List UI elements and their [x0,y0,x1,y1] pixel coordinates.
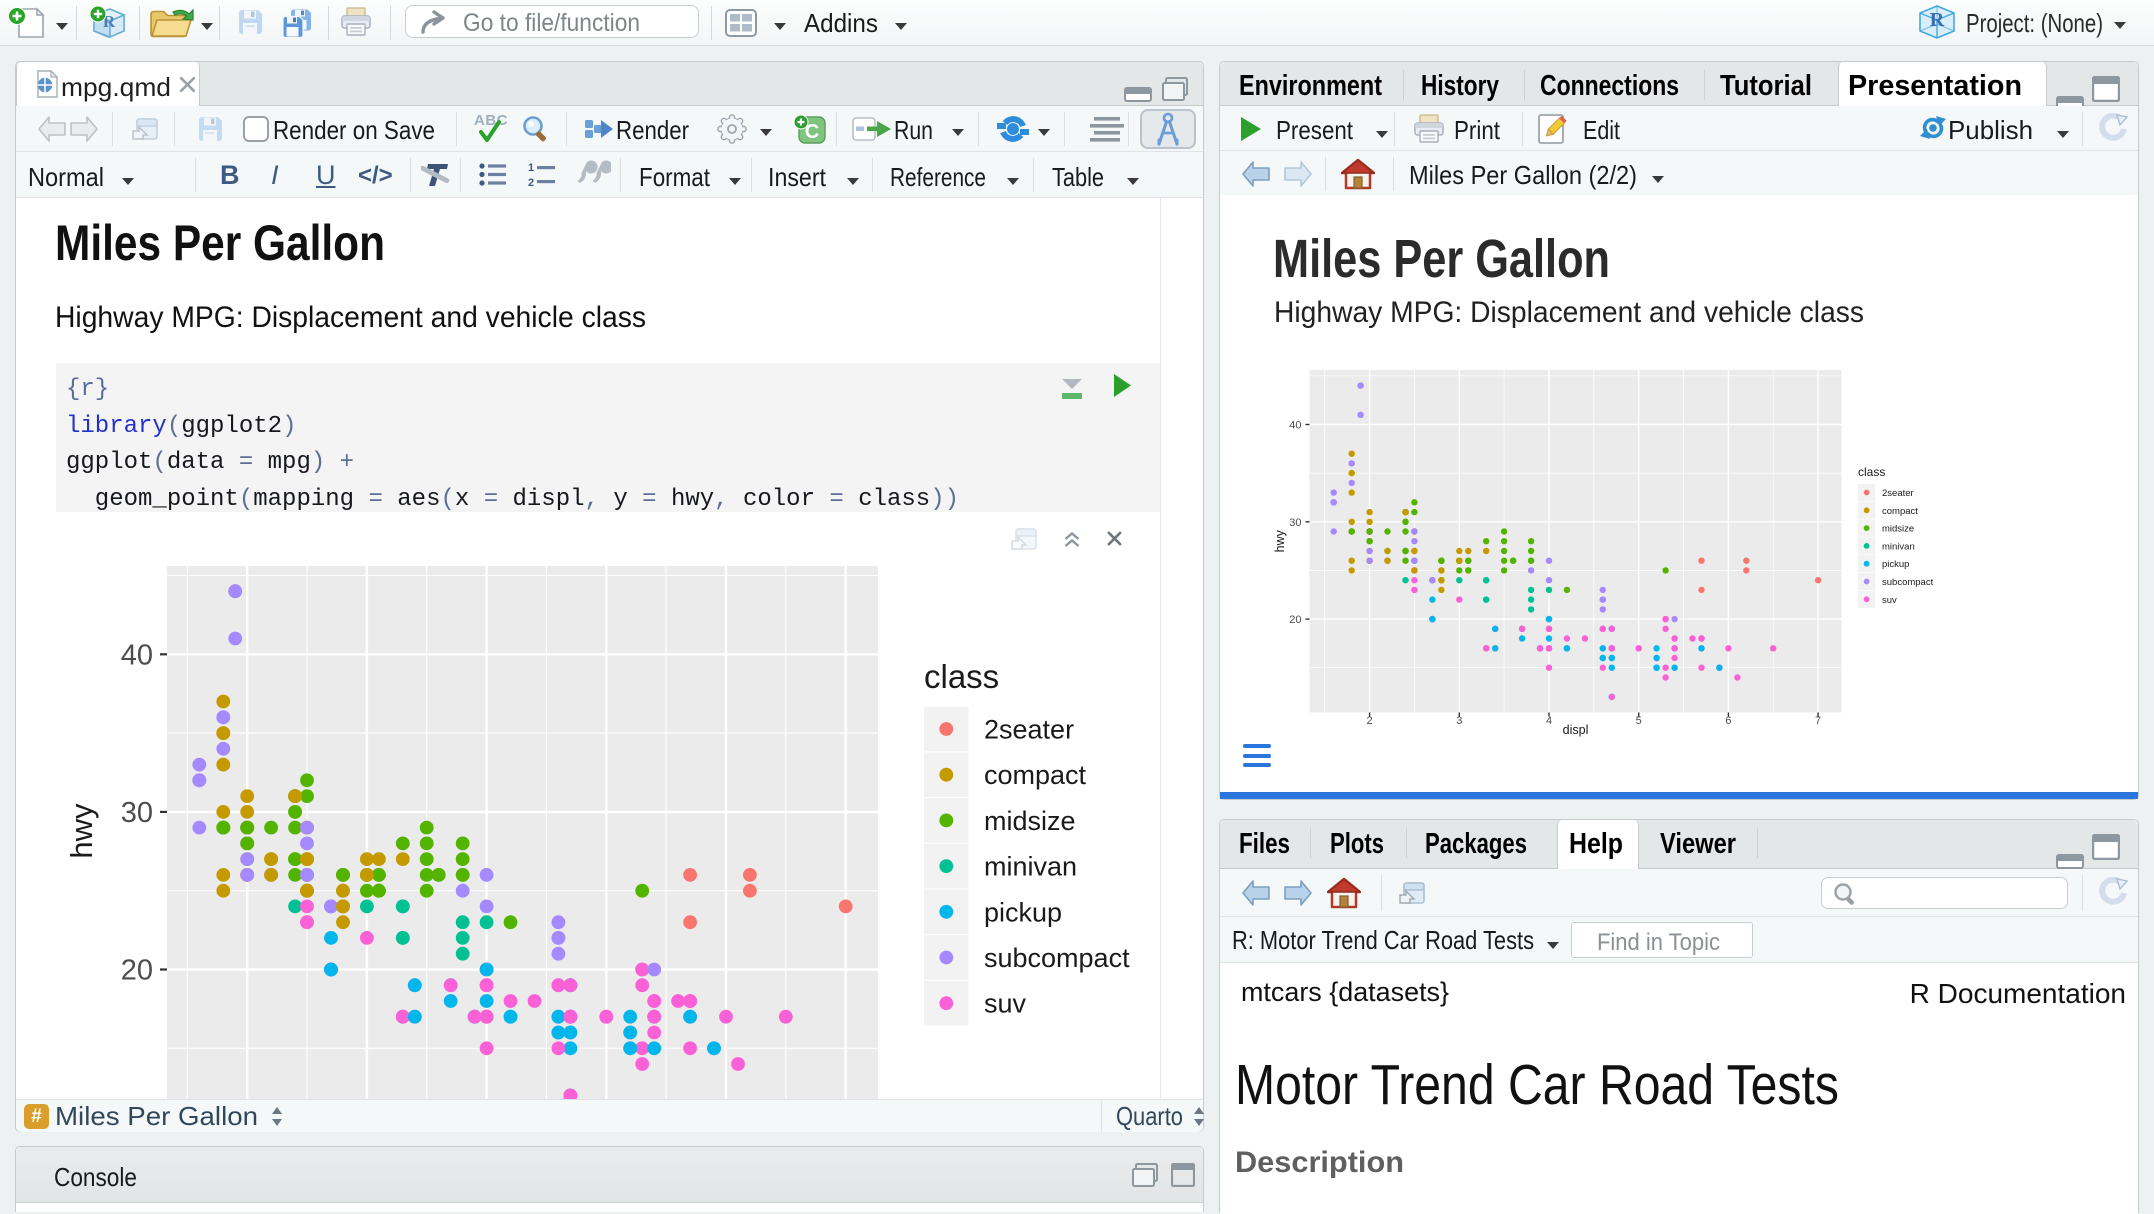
svg-text:30: 30 [121,797,153,829]
svg-text:minivan: minivan [1882,541,1915,552]
svg-text:suv: suv [984,989,1027,1019]
svg-text:class: class [924,658,999,695]
svg-text:displ: displ [1563,723,1589,737]
svg-text:subcompact: subcompact [1882,577,1934,588]
svg-text:5: 5 [1636,715,1642,727]
svg-text:2: 2 [528,177,534,188]
svg-text:7: 7 [1815,715,1821,727]
svg-text:hwy: hwy [64,803,99,859]
svg-text:ABC: ABC [474,112,507,129]
svg-text:2seater: 2seater [1882,488,1914,499]
svg-text:40: 40 [121,639,153,671]
svg-text:hwy: hwy [1273,529,1287,552]
svg-text:20: 20 [121,955,153,987]
svg-text:6: 6 [1725,715,1731,727]
svg-text:minivan: minivan [984,852,1077,882]
svg-text:R: R [1930,9,1945,31]
svg-text:class: class [1858,465,1885,479]
svg-text:suv: suv [1882,595,1897,606]
svg-text:40: 40 [1289,420,1301,432]
svg-text:20: 20 [1289,614,1301,626]
svg-text:2seater: 2seater [984,715,1074,745]
svg-text:pickup: pickup [984,897,1062,927]
svg-text:2: 2 [1367,715,1373,727]
svg-text:compact: compact [1882,506,1918,517]
svg-text:subcompact: subcompact [984,943,1130,973]
svg-text:30: 30 [1289,517,1301,529]
svg-text:midsize: midsize [1882,524,1914,535]
svg-text:4: 4 [1546,715,1552,727]
svg-text:3: 3 [1456,715,1462,727]
svg-text:pickup: pickup [1882,559,1909,570]
svg-text:1: 1 [528,162,534,174]
svg-text:midsize: midsize [984,806,1076,836]
svg-text:compact: compact [984,760,1087,790]
